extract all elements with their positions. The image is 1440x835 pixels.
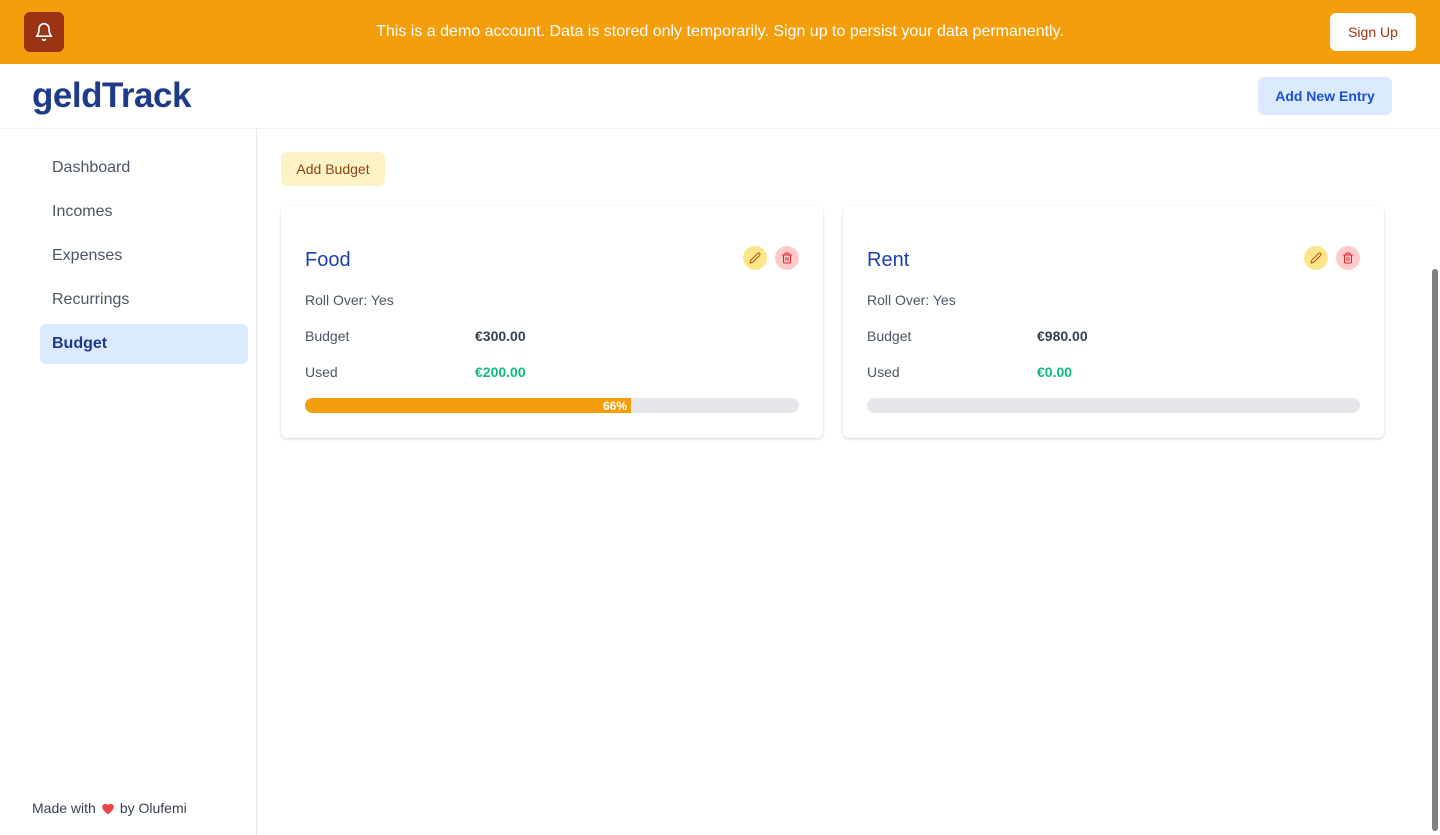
used-label: Used [867,364,900,380]
rollover-status: Roll Over: Yes [867,292,956,308]
footer-prefix: Made with [32,800,96,816]
sidebar-item-recurrings[interactable]: Recurrings [40,280,248,320]
sidebar: Dashboard Incomes Expenses Recurrings Bu… [0,129,257,835]
footer-suffix: by Olufemi [119,800,187,816]
budget-card: Rent Roll Over: Yes Budget €980.00 Used … [843,206,1384,438]
sidebar-item-incomes[interactable]: Incomes [40,192,248,232]
budget-progress-bar [867,398,1360,413]
pencil-icon [749,252,761,264]
sidebar-footer: Made with by Olufemi [32,800,187,816]
edit-budget-button[interactable] [1304,246,1328,270]
sidebar-item-budget[interactable]: Budget [40,324,248,364]
sidebar-item-dashboard[interactable]: Dashboard [40,148,248,188]
notification-button[interactable] [24,12,64,52]
app-logo[interactable]: geldTrack [32,76,191,116]
budget-card-title: Rent [867,249,910,271]
add-new-entry-button[interactable]: Add New Entry [1258,77,1392,115]
budget-label: Budget [305,328,350,344]
add-budget-button[interactable]: Add Budget [281,152,385,186]
demo-banner: This is a demo account. Data is stored o… [0,0,1440,64]
delete-budget-button[interactable] [775,246,799,270]
sign-up-button[interactable]: Sign Up [1330,13,1416,51]
used-label: Used [305,364,338,380]
used-value: €200.00 [475,364,526,380]
delete-budget-button[interactable] [1336,246,1360,270]
budget-value: €300.00 [475,328,526,344]
budget-value: €980.00 [1037,328,1088,344]
budget-label: Budget [867,328,912,344]
pencil-icon [1310,252,1322,264]
used-value: €0.00 [1037,364,1073,380]
budget-card: Food Roll Over: Yes Budget €300.00 Used … [281,206,823,438]
banner-message: This is a demo account. Data is stored o… [376,23,1064,40]
rollover-status: Roll Over: Yes [305,292,394,308]
budget-progress-bar: 66% [305,398,799,413]
sidebar-item-expenses[interactable]: Expenses [40,236,248,276]
budget-card-title: Food [305,249,351,271]
page-scrollbar[interactable] [1432,269,1438,831]
bell-icon [35,22,53,42]
trash-icon [782,252,792,264]
edit-budget-button[interactable] [743,246,767,270]
budget-progress-fill: 66% [305,398,632,413]
trash-icon [1343,252,1353,264]
app-header: geldTrack Add New Entry [0,64,1440,129]
heart-icon [101,803,114,815]
